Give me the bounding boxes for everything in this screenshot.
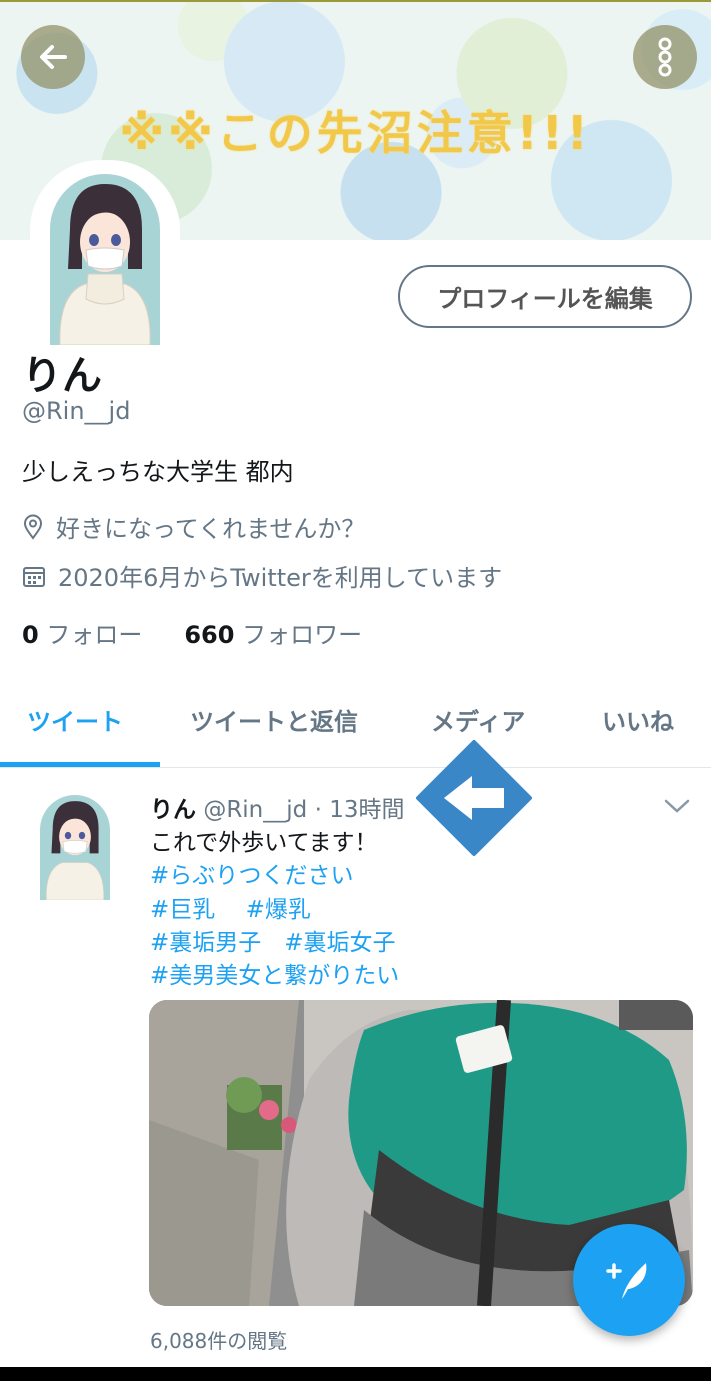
tweet-avatar[interactable] (40, 795, 110, 900)
profile-tabs: ツイート ツイートと返信 メディア いいね (0, 680, 711, 768)
tweet-hashtag-line[interactable]: #らぶりつください (150, 856, 354, 890)
compose-tweet-button[interactable] (573, 1224, 685, 1336)
avatar-image (50, 174, 160, 345)
chevron-down-icon[interactable] (663, 796, 691, 816)
following-count: 0 (22, 621, 39, 649)
tweet-author-handle[interactable]: @Rin__jd (203, 797, 307, 823)
profile-join-date: 2020年6月からTwitterを利用しています (22, 558, 502, 593)
active-tab-indicator (0, 762, 160, 767)
follow-stats: 0 フォロー 660 フォロワー (22, 615, 362, 650)
tweet-author-name[interactable]: りん (150, 797, 196, 823)
tab-tweets[interactable]: ツイート (27, 702, 123, 737)
profile-location: 好きになってくれませんか？ (22, 509, 365, 544)
following-label: フォロー (46, 621, 143, 649)
following-link[interactable]: 0 フォロー (22, 615, 142, 650)
back-button[interactable] (21, 25, 85, 89)
back-arrow-icon (40, 45, 67, 69)
tweet-text: これで外歩いてます！ (150, 830, 378, 856)
join-date-text: 2020年6月からTwitterを利用しています (58, 564, 503, 592)
tweet-hashtag-line[interactable]: #巨乳 #爆乳 (150, 890, 311, 924)
vertical-dots-icon (658, 37, 672, 77)
tweet-hashtag-line[interactable]: #美男美女と繋がりたい (150, 956, 399, 990)
followers-link[interactable]: 660 フォロワー (184, 615, 362, 650)
profile-avatar[interactable] (30, 160, 180, 345)
banner-text: ※※この先沼注意!!! (119, 106, 592, 160)
profile-handle: @Rin__jd (22, 397, 131, 425)
tweet-timestamp: · 13時間 (314, 797, 405, 823)
edit-profile-button[interactable]: プロフィールを編集 (398, 265, 692, 328)
compose-tweet-icon (606, 1263, 647, 1299)
more-options-button[interactable] (633, 25, 697, 89)
tweet-avatar-illustration (46, 801, 104, 900)
avatar-illustration (59, 184, 151, 345)
profile-name: りん (22, 353, 102, 399)
followers-count: 660 (184, 621, 235, 649)
system-bottom-bar (0, 1367, 711, 1381)
tab-media[interactable]: メディア (431, 702, 525, 737)
tweet-hashtag-line[interactable]: #裏垢男子 #裏垢女子 (150, 923, 396, 957)
calendar-icon (23, 566, 45, 587)
tweet-header: りん @Rin__jd · 13時間 (150, 790, 404, 824)
profile-bio: 少しえっちな大学生 都内 (22, 458, 294, 486)
tab-likes[interactable]: いいね (602, 702, 674, 737)
tweet-view-count: 6,088件の閲覧 (150, 1329, 288, 1353)
tab-tweets-and-replies[interactable]: ツイートと返信 (190, 702, 358, 737)
followers-label: フォロワー (242, 621, 363, 649)
location-pin-icon (23, 514, 43, 540)
location-text: 好きになってくれませんか？ (56, 515, 366, 543)
annotation-arrow-icon (416, 740, 532, 856)
